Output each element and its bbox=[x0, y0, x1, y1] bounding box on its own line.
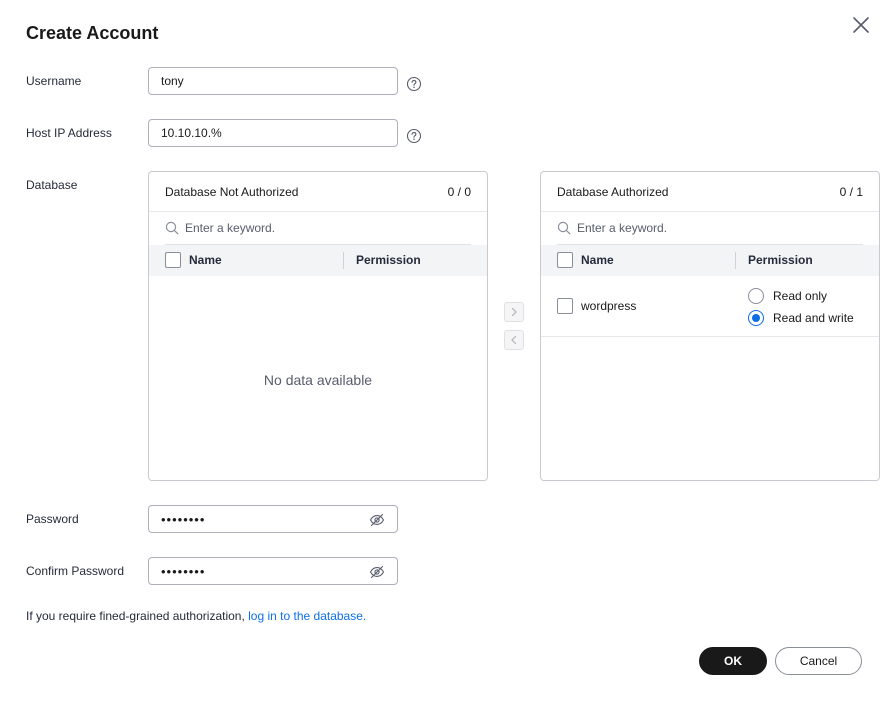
ok-button[interactable]: OK bbox=[699, 647, 767, 675]
radio-label: Read and write bbox=[773, 311, 854, 325]
unauthorized-search bbox=[165, 212, 471, 245]
close-icon bbox=[853, 17, 869, 33]
authorized-panel-header: Database Authorized 0 / 1 bbox=[541, 172, 879, 212]
username-input[interactable] bbox=[149, 68, 397, 94]
eye-off-icon[interactable] bbox=[369, 564, 385, 580]
unauthorized-panel-title: Database Not Authorized bbox=[165, 184, 299, 199]
col-name: Name bbox=[189, 253, 222, 267]
eye-off-icon[interactable] bbox=[369, 512, 385, 528]
radio-button[interactable] bbox=[748, 288, 764, 304]
unauthorized-table-header: Name Permission bbox=[149, 245, 487, 276]
unauthorized-select-all-checkbox[interactable] bbox=[165, 252, 181, 268]
authorization-hint: If you require fined-grained authorizati… bbox=[26, 609, 366, 623]
move-right-button[interactable] bbox=[504, 302, 524, 322]
authorized-panel-title: Database Authorized bbox=[557, 184, 669, 199]
close-button[interactable] bbox=[850, 14, 872, 36]
host-ip-input-wrapper bbox=[148, 119, 398, 147]
radio-button-selected[interactable] bbox=[748, 310, 764, 326]
authorized-count: 0 / 1 bbox=[839, 184, 863, 199]
authorized-table-header: Name Permission bbox=[541, 245, 879, 276]
row-db-name: wordpress bbox=[581, 299, 637, 313]
cancel-button[interactable]: Cancel bbox=[775, 647, 862, 675]
password-input[interactable] bbox=[149, 506, 397, 532]
authorized-db-panel: Database Authorized 0 / 1 Name Permissio… bbox=[540, 171, 880, 481]
authorized-select-all-checkbox[interactable] bbox=[557, 252, 573, 268]
chevron-right-icon bbox=[511, 307, 517, 317]
radio-label: Read only bbox=[773, 289, 828, 303]
hint-text: If you require fined-grained authorizati… bbox=[26, 609, 249, 623]
unauthorized-db-panel: Database Not Authorized 0 / 0 Name Permi… bbox=[148, 171, 488, 481]
col-name: Name bbox=[581, 253, 614, 267]
unauthorized-panel-header: Database Not Authorized 0 / 0 bbox=[149, 172, 487, 212]
confirm-password-label: Confirm Password bbox=[26, 564, 125, 578]
permission-radio-group: Read only Read and write bbox=[748, 285, 854, 329]
table-row: wordpress Read only Read and write bbox=[541, 276, 879, 337]
host-ip-label: Host IP Address bbox=[26, 126, 112, 140]
login-database-link[interactable]: log in to the database. bbox=[248, 609, 366, 623]
username-help-icon[interactable] bbox=[406, 76, 422, 92]
radio-read-only[interactable]: Read only bbox=[748, 285, 854, 307]
password-label: Password bbox=[26, 512, 79, 526]
confirm-password-input[interactable] bbox=[149, 558, 397, 584]
authorized-search bbox=[557, 212, 863, 245]
col-divider bbox=[735, 252, 736, 269]
chevron-left-icon bbox=[511, 335, 517, 345]
move-left-button[interactable] bbox=[504, 330, 524, 350]
authorized-search-input[interactable] bbox=[577, 221, 863, 235]
host-ip-input[interactable] bbox=[149, 120, 397, 146]
col-permission: Permission bbox=[356, 253, 421, 267]
search-icon bbox=[165, 221, 179, 235]
col-permission: Permission bbox=[748, 253, 813, 267]
dialog-title: Create Account bbox=[26, 23, 159, 43]
host-ip-help-icon[interactable] bbox=[406, 128, 422, 144]
username-input-wrapper bbox=[148, 67, 398, 95]
search-icon bbox=[557, 221, 571, 235]
col-divider bbox=[343, 252, 344, 269]
password-input-wrapper bbox=[148, 505, 398, 533]
row-checkbox[interactable] bbox=[557, 298, 573, 314]
unauthorized-count: 0 / 0 bbox=[447, 184, 471, 199]
confirm-password-input-wrapper bbox=[148, 557, 398, 585]
username-label: Username bbox=[26, 74, 82, 88]
unauthorized-search-input[interactable] bbox=[185, 221, 471, 235]
radio-read-write[interactable]: Read and write bbox=[748, 307, 854, 329]
database-label: Database bbox=[26, 178, 78, 192]
empty-state: No data available bbox=[263, 372, 373, 388]
